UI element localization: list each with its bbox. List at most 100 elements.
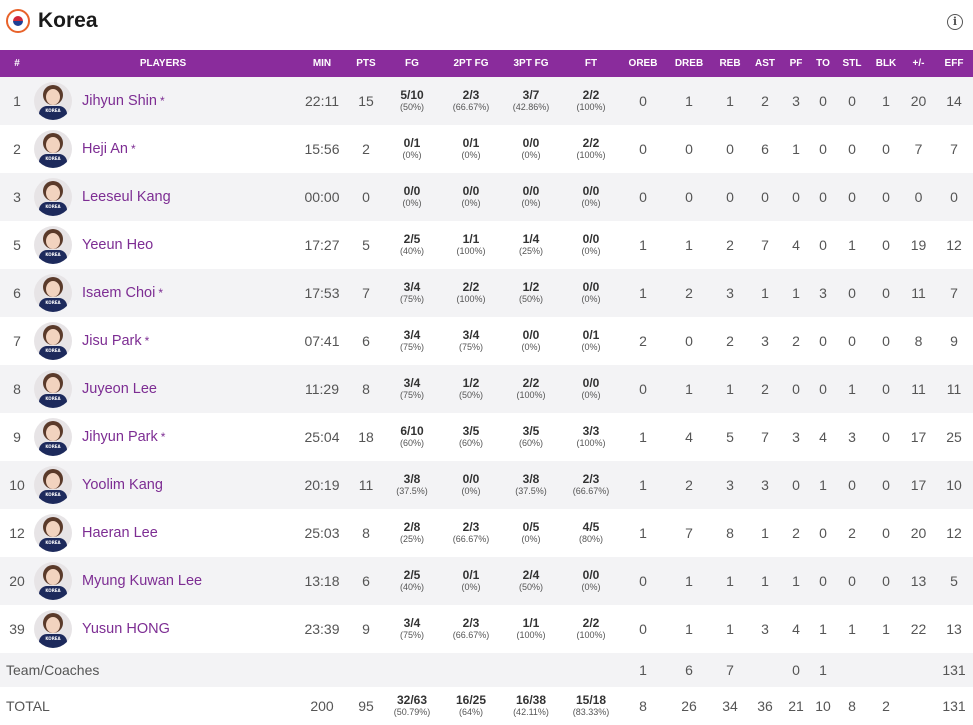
ast-cell xyxy=(750,653,780,687)
ft-percentage: (80%) xyxy=(578,534,603,544)
reb-cell: 2 xyxy=(710,317,750,365)
fg3-percentage: (42.11%) xyxy=(513,707,549,717)
player-name-link[interactable]: Myung Kuwan Lee xyxy=(82,573,202,589)
pf: 2 xyxy=(792,525,800,541)
ft-cell: 0/0 (0%) xyxy=(564,365,618,413)
ft-cell: 0/0 (0%) xyxy=(564,173,618,221)
fg3-percentage: (60%) xyxy=(518,438,543,448)
dreb-cell: 7 xyxy=(668,509,710,557)
stl-cell: 2 xyxy=(834,509,870,557)
fg2-cell: 0/1 (0%) xyxy=(444,125,498,173)
fg3-percentage: (50%) xyxy=(518,582,543,592)
jersey-number: 10 xyxy=(9,477,25,493)
minutes: 17:53 xyxy=(304,285,340,301)
points: 8 xyxy=(362,381,370,397)
dreb: 6 xyxy=(685,662,693,678)
oreb: 0 xyxy=(639,93,647,109)
fg3-percentage: (0%) xyxy=(521,198,541,208)
player-name-link[interactable]: Jihyun Shin xyxy=(82,93,157,109)
stl: 0 xyxy=(848,477,856,493)
to: 0 xyxy=(819,573,827,589)
column-header: AST xyxy=(755,58,775,69)
player-name-link[interactable]: Yeeun Heo xyxy=(82,237,153,253)
stl: 8 xyxy=(848,698,856,714)
player-name-link[interactable]: Isaem Choi xyxy=(82,285,155,301)
blk: 0 xyxy=(882,141,890,157)
oreb: 1 xyxy=(639,285,647,301)
ft-cell: 15/18 (83.33%) xyxy=(564,687,618,725)
ast: 3 xyxy=(761,621,769,637)
fg2-cell: 0/0 (0%) xyxy=(444,173,498,221)
player-name-link[interactable]: Juyeon Lee xyxy=(82,381,157,397)
table-row: 10 KOREA Yoolim Kang 20:19 11 3/8 (37.5%) 0/0 (0… xyxy=(0,461,973,509)
pf: 1 xyxy=(792,141,800,157)
ast-cell: 6 xyxy=(750,125,780,173)
to-cell: 4 xyxy=(812,413,834,461)
ft-percentage: (100%) xyxy=(576,630,606,640)
fg3-made-attempted: 1/1 xyxy=(522,616,540,630)
minutes: 11:29 xyxy=(305,381,339,397)
player-name-link[interactable]: Yusun HONG xyxy=(82,621,170,637)
ast: 2 xyxy=(761,93,769,109)
eff-cell: 10 xyxy=(935,461,973,509)
player-name-link[interactable]: Jihyun Park xyxy=(82,429,158,445)
blk: 2 xyxy=(882,698,890,714)
eff-cell: 131 xyxy=(935,687,973,725)
eff-cell: 25 xyxy=(935,413,973,461)
number-cell: 10 xyxy=(0,461,34,509)
pf: 2 xyxy=(792,333,800,349)
player-name-link[interactable]: Haeran Lee xyxy=(82,525,158,541)
to-cell: 0 xyxy=(812,77,834,125)
dreb: 7 xyxy=(685,525,693,541)
fg2-percentage: (0%) xyxy=(461,486,481,496)
to: 4 xyxy=(819,429,827,445)
minutes: 25:04 xyxy=(304,429,340,445)
number-cell: 20 xyxy=(0,557,34,605)
blk-cell: 0 xyxy=(870,317,902,365)
row-label: TOTAL xyxy=(6,698,50,714)
avatar: KOREA xyxy=(34,130,72,168)
to: 0 xyxy=(819,333,827,349)
table-row: 5 KOREA Yeeun Heo 17:27 5 2/5 (40%) 1/1 (100%) 1/… xyxy=(0,221,973,269)
player-name-link[interactable]: Heji An xyxy=(82,141,128,157)
number-cell: 12 xyxy=(0,509,34,557)
pm: 0 xyxy=(914,189,923,205)
fg-percentage: (75%) xyxy=(399,630,424,640)
to: 1 xyxy=(819,477,827,493)
player-name-link[interactable]: Yoolim Kang xyxy=(82,477,163,493)
player-name-link[interactable]: Leeseul Kang xyxy=(82,189,171,205)
pf: 4 xyxy=(792,237,800,253)
pf-cell: 3 xyxy=(780,413,812,461)
fg2-cell: 1/2 (50%) xyxy=(444,365,498,413)
label-cell: TOTAL xyxy=(0,687,292,725)
pf: 1 xyxy=(792,285,800,301)
blk-cell: 0 xyxy=(870,509,902,557)
fg-percentage: (40%) xyxy=(399,246,424,256)
starter-marker: * xyxy=(158,286,164,300)
fg-cell: 2/8 (25%) xyxy=(380,509,444,557)
fg-made-attempted: 2/8 xyxy=(403,520,421,534)
oreb-cell: 0 xyxy=(618,77,668,125)
to: 10 xyxy=(815,698,831,714)
fg2-cell: 2/3 (66.67%) xyxy=(444,77,498,125)
fg2-made-attempted: 0/1 xyxy=(462,568,480,582)
fg2-cell: 16/25 (64%) xyxy=(444,687,498,725)
eff-cell: 12 xyxy=(935,221,973,269)
number-cell: 39 xyxy=(0,605,34,653)
reb: 0 xyxy=(726,189,734,205)
to-cell: 1 xyxy=(812,653,834,687)
ft-percentage: (0%) xyxy=(581,390,601,400)
fg3-cell: 0/5 (0%) xyxy=(498,509,564,557)
to-cell: 1 xyxy=(812,605,834,653)
info-icon[interactable]: i xyxy=(947,14,963,30)
player-cell: KOREA Heji An * xyxy=(34,125,292,173)
oreb-cell: 2 xyxy=(618,317,668,365)
pm-cell: 20 xyxy=(902,77,935,125)
fg3-cell: 1/1 (100%) xyxy=(498,605,564,653)
avatar: KOREA xyxy=(34,610,72,648)
player-name-link[interactable]: Jisu Park xyxy=(82,333,142,349)
stl-cell xyxy=(834,653,870,687)
column-header: PLAYERS xyxy=(139,58,187,69)
pf-cell: 2 xyxy=(780,317,812,365)
ft-cell: 4/5 (80%) xyxy=(564,509,618,557)
